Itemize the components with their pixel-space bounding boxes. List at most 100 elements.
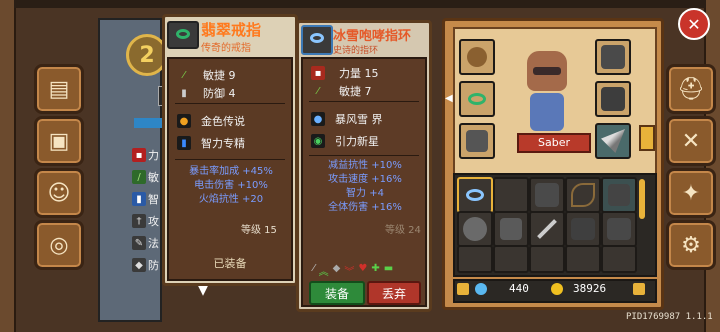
inventory-slot[interactable] bbox=[601, 245, 637, 273]
stat-label: 力 bbox=[148, 149, 159, 162]
equip-slot-helmet[interactable] bbox=[595, 39, 631, 75]
inventory-slot[interactable] bbox=[457, 211, 493, 247]
item-name: 冰雪咆哮指环 bbox=[333, 29, 412, 44]
right-wood-rail bbox=[704, 0, 720, 332]
gem-icon bbox=[475, 283, 487, 295]
stat-label: 防 bbox=[148, 259, 159, 272]
map-button[interactable]: ✦ bbox=[666, 168, 716, 218]
inventory-slot[interactable] bbox=[565, 211, 601, 247]
equip-slot-ring[interactable] bbox=[459, 39, 495, 75]
bonus-line: 智力 +4 bbox=[346, 188, 384, 199]
inventory-slot[interactable] bbox=[457, 245, 493, 273]
frost-ring-icon bbox=[466, 189, 484, 201]
side-tab[interactable] bbox=[639, 125, 655, 151]
inventory-slot[interactable] bbox=[529, 177, 565, 213]
equip-slot-weapon[interactable] bbox=[595, 123, 631, 159]
equipped-status: 已装备 bbox=[213, 257, 247, 270]
shield-icon: ◆ bbox=[132, 258, 146, 272]
book-icon: ▤ bbox=[48, 76, 70, 102]
armor-icon bbox=[608, 184, 630, 206]
inventory-slot[interactable] bbox=[565, 177, 601, 213]
boots-icon bbox=[466, 130, 488, 152]
grid-view-icon[interactable] bbox=[633, 283, 645, 295]
chevron-down-icon: ︾ bbox=[344, 267, 355, 278]
wand-icon: ✎ bbox=[132, 236, 146, 250]
gear-icon: ⚙ bbox=[681, 232, 701, 258]
equipped-item-card: 翡翠戒指 传奇的戒指 ⁄ 敏捷 9 ▮ 防御 4 ● 金色传说 ▮ 智力专精 暴击率加成… bbox=[162, 14, 298, 286]
agility-icon: ⁄ bbox=[183, 69, 185, 81]
inventory-slot[interactable] bbox=[493, 245, 529, 273]
comparison-icons: ⁄ ︽ ◆ ︾ ♥ ✚ ▬ bbox=[313, 263, 393, 278]
discard-button[interactable]: 丢弃 bbox=[367, 281, 421, 305]
gold-count: 38926 bbox=[573, 282, 607, 295]
bonus-line: 电击伤害 +10% bbox=[194, 180, 268, 191]
inventory-slot[interactable] bbox=[601, 177, 637, 213]
inventory-slot[interactable] bbox=[493, 211, 529, 247]
ring-icon bbox=[467, 47, 487, 67]
stat-agility: 敏捷 9 bbox=[203, 69, 236, 82]
chevron-up-icon: ︽ bbox=[318, 267, 329, 278]
inventory-slot-selected[interactable] bbox=[457, 177, 493, 213]
blizzard-icon: ● bbox=[311, 112, 325, 126]
steering-button[interactable]: ◎ bbox=[34, 220, 84, 270]
inventory-slot[interactable] bbox=[529, 211, 565, 247]
skills-button[interactable]: ✕ bbox=[666, 116, 716, 166]
scroll-down-icon[interactable]: ▼ bbox=[188, 283, 218, 298]
item-name: 翡翠戒指 bbox=[201, 21, 262, 39]
box-icon: ▣ bbox=[48, 128, 70, 154]
frost-ring-icon bbox=[301, 25, 333, 55]
party-icon: ☺ bbox=[47, 180, 71, 206]
shield-icon: ◆ bbox=[332, 263, 341, 274]
equip-slot-ring-2[interactable] bbox=[459, 81, 495, 117]
bonus-line: 攻击速度 +16% bbox=[328, 174, 402, 185]
bonus-line: 火焰抗性 +20 bbox=[198, 194, 264, 205]
emerald-ring-icon bbox=[468, 93, 486, 105]
emerald-ring-icon bbox=[167, 21, 199, 49]
codex-book-button[interactable]: ▤ bbox=[34, 64, 84, 114]
shirt-icon: ▪ bbox=[132, 148, 146, 162]
lock-icon[interactable] bbox=[457, 283, 469, 295]
bonus-line: 全体伤害 +16% bbox=[328, 202, 402, 213]
equip-slot-boots[interactable] bbox=[459, 123, 495, 159]
bonus-line: 暴击率加成 +45% bbox=[189, 166, 273, 177]
bonus-line: 减益抗性 +10% bbox=[328, 160, 402, 171]
shield-icon bbox=[463, 217, 487, 241]
gold-legend-icon: ● bbox=[177, 114, 191, 128]
helmet-button[interactable]: ⛑ bbox=[666, 64, 716, 114]
agility-icon: ⁄ bbox=[317, 85, 319, 97]
plus-icon: ✚ bbox=[371, 263, 380, 274]
inventory-slot[interactable] bbox=[565, 245, 601, 273]
equip-button[interactable]: 装备 bbox=[309, 281, 365, 305]
inventory-slot[interactable] bbox=[601, 211, 637, 247]
character-name-banner: Saber bbox=[517, 133, 591, 153]
inventory-box-button[interactable]: ▣ bbox=[34, 116, 84, 166]
settings-button[interactable]: ⚙ bbox=[666, 220, 716, 270]
blade-icon bbox=[601, 129, 625, 153]
item-level: 等级 24 bbox=[385, 225, 421, 236]
equip-slot-armor[interactable] bbox=[595, 81, 631, 117]
armor-icon bbox=[571, 218, 595, 240]
armor-icon bbox=[601, 87, 625, 111]
inventory-slot[interactable] bbox=[529, 245, 565, 273]
armor-icon bbox=[535, 183, 559, 207]
close-button[interactable]: ✕ bbox=[678, 8, 710, 40]
perk-label: 暴风雪 界 bbox=[335, 113, 383, 126]
helmet-icon: ⛑ bbox=[677, 76, 705, 102]
item-rarity: 传奇的戒指 bbox=[201, 43, 251, 54]
compare-item-card: 冰雪咆哮指环 史诗的指环 ▪ 力量 15 ⁄ 敏捷 7 ● 暴风雪 界 ◉ 引力新星 减… bbox=[296, 20, 432, 312]
player-id: PID1769987 1.1.1 bbox=[626, 312, 713, 322]
stat-label: 智 bbox=[148, 193, 159, 206]
gauntlet-icon bbox=[500, 218, 522, 240]
stat-defense: 防御 4 bbox=[203, 87, 236, 100]
top-strip bbox=[14, 0, 706, 8]
arrow-left-icon[interactable]: ◀ bbox=[445, 93, 453, 107]
inventory-scrollbar[interactable] bbox=[639, 179, 645, 219]
party-button[interactable]: ☺ bbox=[34, 168, 84, 218]
inventory-slot[interactable] bbox=[493, 177, 529, 213]
stat-label: 攻 bbox=[148, 215, 159, 228]
feather-icon: / bbox=[132, 170, 146, 184]
sword-icon: ⁄ bbox=[313, 263, 315, 274]
perk-label: 引力新星 bbox=[335, 135, 379, 148]
perk-label: 智力专精 bbox=[201, 137, 245, 150]
minus-icon: ▬ bbox=[383, 263, 394, 274]
